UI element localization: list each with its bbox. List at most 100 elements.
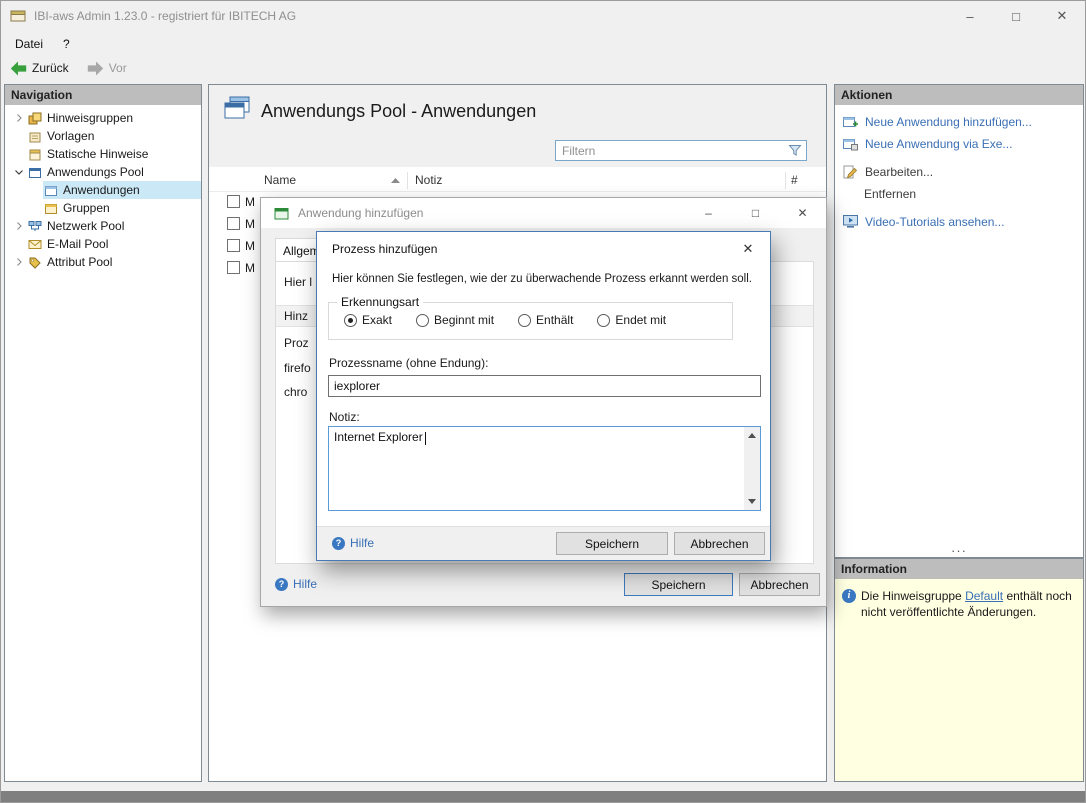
sort-ascending-icon: [391, 178, 400, 183]
column-header-notiz[interactable]: Notiz: [415, 173, 442, 187]
process-list-item[interactable]: firefo: [284, 361, 311, 375]
actions-panel: Aktionen Neue Anwendung hinzufügen... Ne…: [834, 84, 1084, 558]
minimize-icon: –: [705, 206, 712, 220]
cancel-button[interactable]: Abbrechen: [674, 532, 765, 555]
back-label: Zurück: [32, 61, 69, 75]
radio-option-beginnt-mit[interactable]: Beginnt mit: [416, 313, 494, 327]
default-group-link[interactable]: Default: [965, 589, 1003, 603]
close-icon: ✕: [797, 206, 808, 220]
edit-icon: [843, 165, 858, 179]
sidebar-item-gruppen[interactable]: Gruppen: [5, 199, 201, 217]
radio-icon[interactable]: [518, 313, 532, 327]
action-video-tutorials[interactable]: Video-Tutorials ansehen...: [843, 214, 1004, 230]
chevron-right-icon[interactable]: [11, 114, 27, 122]
sidebar-item-statische-hinweise[interactable]: Statische Hinweise: [5, 145, 201, 163]
action-new-application-exe[interactable]: Neue Anwendung via Exe...: [843, 136, 1012, 152]
forward-button[interactable]: Vor: [78, 56, 136, 80]
row-checkbox[interactable]: [227, 217, 240, 230]
maximize-icon: □: [1012, 8, 1020, 24]
filter-input[interactable]: [556, 143, 788, 158]
process-name-input[interactable]: [328, 375, 761, 397]
main-header-area: Anwendungs Pool - Anwendungen: [209, 85, 826, 167]
new-application-exe-icon: [843, 139, 858, 151]
menu-bar: Datei ?: [1, 31, 1085, 56]
dialog-close-button[interactable]: ✕: [737, 239, 759, 259]
column-header-name[interactable]: Name: [264, 173, 296, 187]
column-header-count[interactable]: #: [791, 173, 798, 187]
radio-option-endet-mit[interactable]: Endet mit: [597, 313, 666, 327]
page-title: Anwendungs Pool - Anwendungen: [261, 101, 537, 121]
info-icon: i: [842, 589, 856, 603]
sidebar-item-label: Hinweisgruppen: [47, 111, 134, 125]
row-checkbox[interactable]: [227, 195, 240, 208]
sidebar-item-label: Netzwerk Pool: [47, 219, 125, 233]
panel-splitter-handle[interactable]: ···: [835, 544, 1083, 557]
sidebar-item-anwendungen[interactable]: Anwendungen: [5, 181, 201, 199]
column-divider[interactable]: [407, 172, 408, 189]
radio-selected-icon[interactable]: [344, 313, 357, 327]
action-edit[interactable]: Bearbeiten...: [843, 164, 933, 180]
radio-option-exakt[interactable]: Exakt: [344, 313, 392, 327]
app-icon: [10, 10, 26, 22]
chevron-down-icon[interactable]: [11, 168, 27, 176]
column-divider[interactable]: [785, 172, 786, 189]
help-label: Hilfe: [293, 577, 318, 591]
row-checkbox[interactable]: [227, 261, 240, 274]
sidebar-item-hinweisgruppen[interactable]: Hinweisgruppen: [5, 109, 201, 127]
dialog-description: Hier können Sie festlegen, wie der zu üb…: [332, 273, 752, 285]
sidebar-item-attribut-pool[interactable]: Attribut Pool: [5, 253, 201, 271]
radio-label: Enthält: [536, 313, 574, 327]
dialog-minimize-button[interactable]: –: [685, 198, 732, 228]
radio-option-enthaelt[interactable]: Enthält: [518, 313, 573, 327]
radio-icon[interactable]: [416, 313, 430, 327]
sidebar-item-label: E-Mail Pool: [47, 237, 109, 251]
sidebar-item-email-pool[interactable]: E-Mail Pool: [5, 235, 201, 253]
row-checkbox[interactable]: [227, 239, 240, 252]
chevron-right-icon[interactable]: [11, 258, 27, 266]
close-button[interactable]: ✕: [1039, 1, 1085, 31]
save-button[interactable]: Speichern: [624, 573, 733, 596]
detection-type-options: Exakt Beginnt mit Enthält Endet mit: [344, 313, 666, 327]
row-name: M: [245, 195, 255, 209]
minimize-button[interactable]: –: [947, 1, 993, 31]
scroll-down-icon[interactable]: [748, 499, 756, 504]
dialog-title: Anwendung hinzufügen: [298, 206, 424, 220]
sidebar-item-anwendungs-pool[interactable]: Anwendungs Pool: [5, 163, 201, 181]
action-new-application[interactable]: Neue Anwendung hinzufügen...: [843, 114, 1032, 130]
help-link[interactable]: ? Hilfe: [275, 577, 317, 591]
attribute-pool-icon: [28, 256, 42, 269]
save-button[interactable]: Speichern: [556, 532, 668, 555]
help-label: Hilfe: [350, 536, 375, 550]
information-message: i Die Hinweisgruppe Default enthält noch…: [835, 579, 1083, 620]
row-name: M: [245, 239, 255, 253]
sidebar-item-vorlagen[interactable]: Vorlagen: [5, 127, 201, 145]
process-list-item[interactable]: chro: [284, 385, 307, 399]
dialog-maximize-button[interactable]: □: [732, 198, 779, 228]
radio-icon[interactable]: [597, 313, 611, 327]
radio-label: Exakt: [362, 313, 393, 327]
scroll-up-icon[interactable]: [748, 433, 756, 438]
note-scrollbar[interactable]: [744, 427, 760, 510]
help-link[interactable]: ? Hilfe: [332, 536, 374, 550]
menu-help[interactable]: ?: [53, 31, 80, 56]
process-name-label: Prozessname (ohne Endung):: [329, 356, 489, 370]
menu-datei[interactable]: Datei: [5, 31, 53, 56]
radio-label: Beginnt mit: [434, 313, 495, 327]
static-hints-icon: [28, 148, 42, 161]
maximize-button[interactable]: □: [993, 1, 1039, 31]
dialog-close-button[interactable]: ✕: [779, 198, 826, 228]
chevron-right-icon[interactable]: [11, 222, 27, 230]
cancel-button[interactable]: Abbrechen: [739, 573, 820, 596]
groups-icon: [44, 202, 58, 215]
action-label: Entfernen: [864, 187, 917, 201]
back-button[interactable]: Zurück: [1, 56, 78, 80]
action-remove[interactable]: Entfernen: [864, 186, 916, 202]
back-arrow-icon: [10, 61, 27, 75]
action-label: Bearbeiten...: [865, 165, 934, 179]
note-field-frame: Internet Explorer: [328, 426, 761, 511]
information-panel: Information i Die Hinweisgruppe Default …: [834, 558, 1084, 782]
title-bar: IBI-aws Admin 1.23.0 - registriert für I…: [1, 1, 1085, 31]
navigation-panel: Navigation Hinweisgruppen Vorlagen Stati…: [4, 84, 202, 782]
note-textarea[interactable]: Internet Explorer: [329, 427, 743, 510]
sidebar-item-netzwerk-pool[interactable]: Netzwerk Pool: [5, 217, 201, 235]
